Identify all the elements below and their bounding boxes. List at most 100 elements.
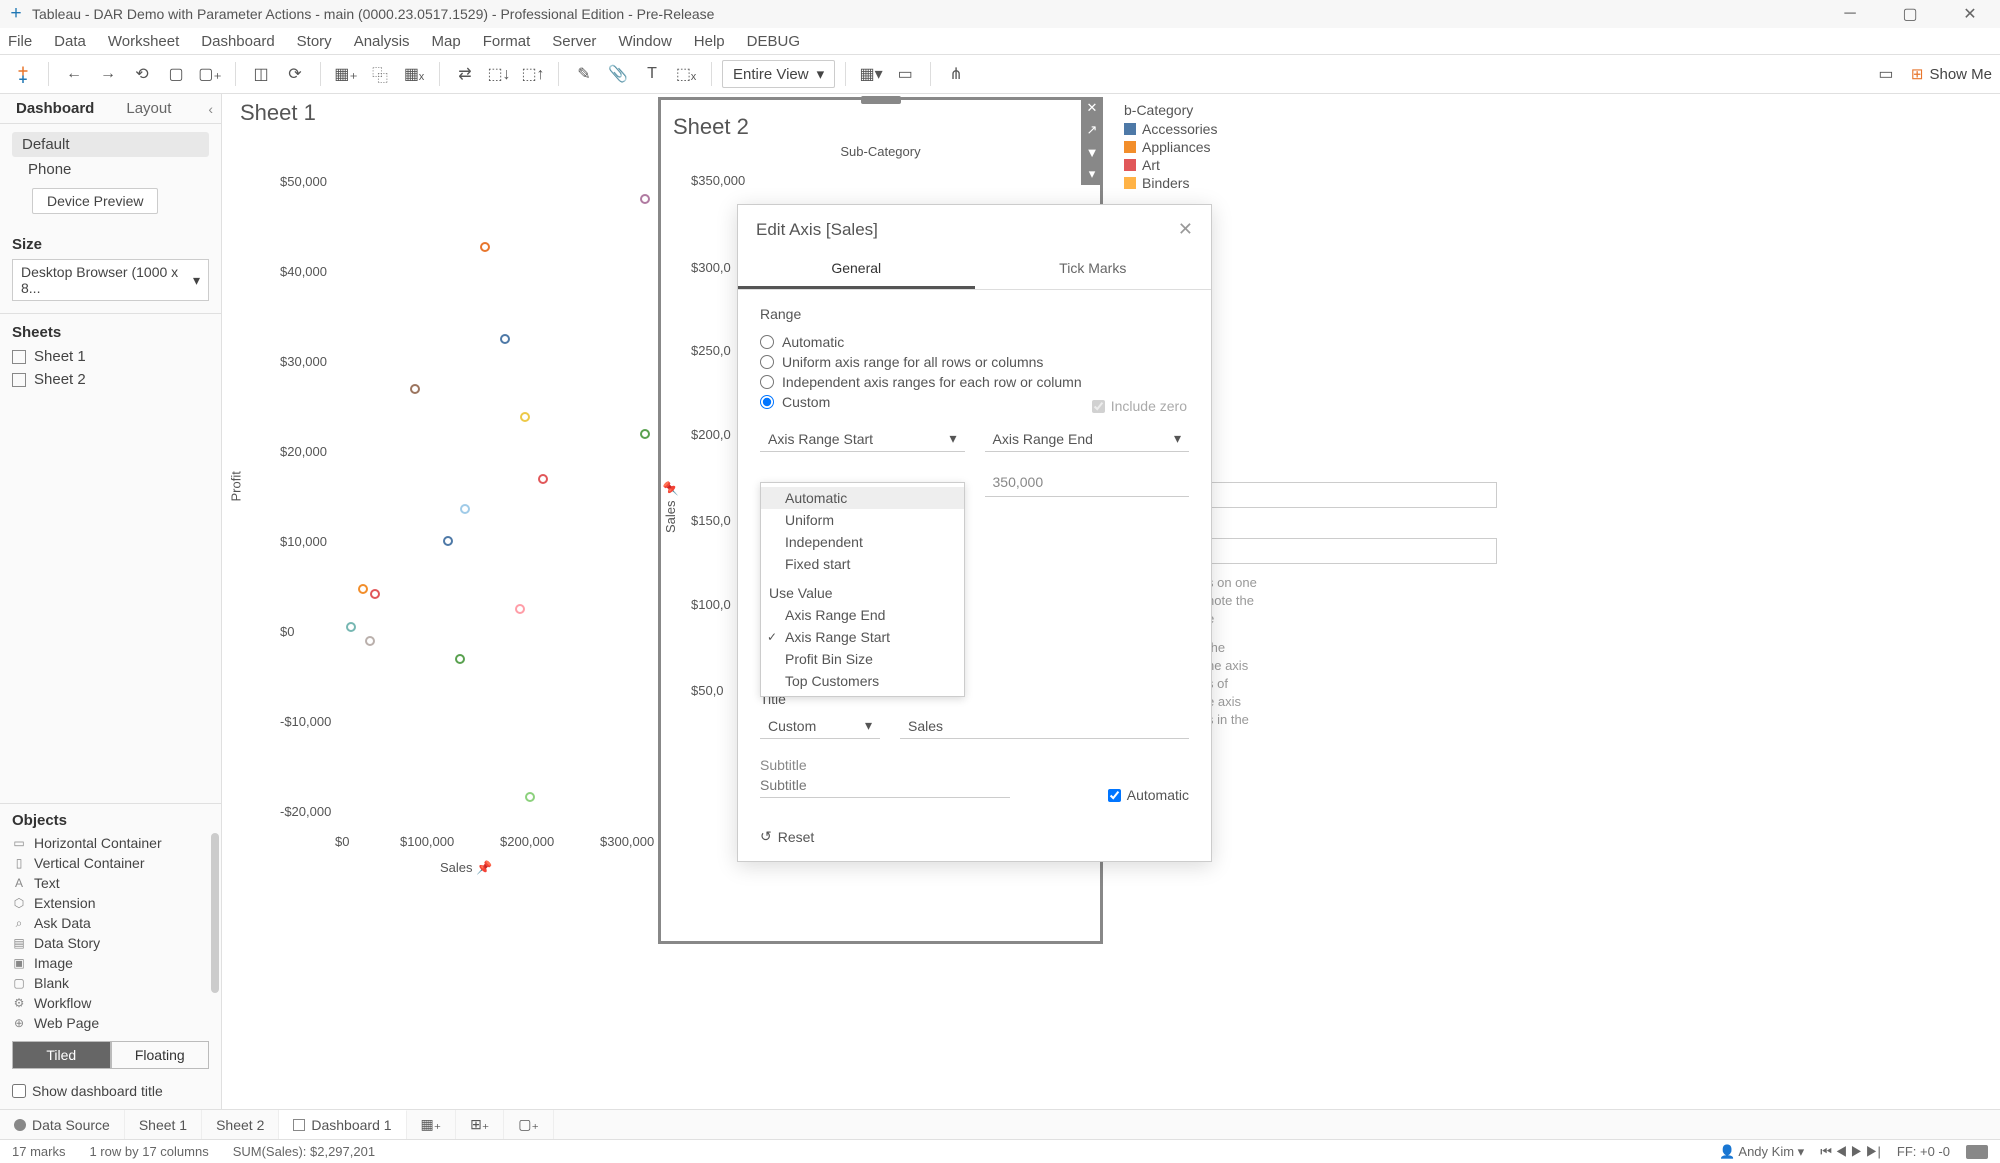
- sort-desc-button[interactable]: ⬚↑: [518, 59, 548, 89]
- axis-range-end-value[interactable]: 350,000: [985, 468, 1190, 497]
- dd-profit-bin-size[interactable]: Profit Bin Size: [761, 648, 964, 670]
- show-dashboard-title-checkbox[interactable]: Show dashboard title: [0, 1077, 221, 1109]
- guide-button[interactable]: ▭: [1871, 59, 1901, 89]
- obj-web-page[interactable]: ⊕Web Page: [0, 1013, 221, 1033]
- menu-map[interactable]: Map: [432, 33, 461, 50]
- menu-debug[interactable]: DEBUG: [747, 33, 800, 50]
- forward-button[interactable]: →: [93, 59, 123, 89]
- new-data-button[interactable]: ◫: [246, 59, 276, 89]
- help-input[interactable]: [1207, 482, 1497, 508]
- legend-item[interactable]: Binders: [1124, 174, 1217, 192]
- data-point[interactable]: [515, 604, 525, 614]
- status-pill[interactable]: [1966, 1145, 1988, 1159]
- sheet-item-1[interactable]: Sheet 1: [0, 345, 221, 368]
- share-button[interactable]: ⋔: [941, 59, 971, 89]
- data-point[interactable]: [520, 412, 530, 422]
- swap-button[interactable]: ⇄: [450, 59, 480, 89]
- presentation-button[interactable]: ▭: [890, 59, 920, 89]
- data-point[interactable]: [410, 384, 420, 394]
- legend-item[interactable]: Appliances: [1124, 138, 1217, 156]
- save-button[interactable]: ▢: [161, 59, 191, 89]
- dd-fixed-start[interactable]: Fixed start: [761, 553, 964, 575]
- data-point[interactable]: [358, 584, 368, 594]
- range-uniform[interactable]: Uniform axis range for all rows or colum…: [760, 352, 1189, 372]
- maximize-button[interactable]: ▢: [1880, 0, 1940, 28]
- legend-item[interactable]: Accessories: [1124, 120, 1217, 138]
- scrollbar[interactable]: [211, 833, 219, 993]
- menu-help[interactable]: Help: [694, 33, 725, 50]
- sheet1-chart[interactable]: Profit $50,000 $40,000 $30,000 $20,000 $…: [240, 134, 660, 834]
- menu-dashboard[interactable]: Dashboard: [201, 33, 274, 50]
- menu-file[interactable]: File: [8, 33, 32, 50]
- size-dropdown[interactable]: Desktop Browser (1000 x 8...▾: [12, 259, 209, 301]
- data-point[interactable]: [370, 589, 380, 599]
- axis-range-end-dropdown[interactable]: Axis Range End▾: [985, 426, 1190, 452]
- dashboard-canvas[interactable]: Sheet 1 Profit $50,000 $40,000 $30,000 $…: [222, 94, 2000, 1109]
- duplicate-button[interactable]: ⿻: [365, 59, 395, 89]
- user-name[interactable]: 👤 Andy Kim ▾: [1719, 1144, 1804, 1160]
- undo-button[interactable]: ⟲: [127, 59, 157, 89]
- label-button[interactable]: T: [637, 59, 667, 89]
- data-point[interactable]: [365, 636, 375, 646]
- minimize-button[interactable]: ─: [1820, 0, 1880, 28]
- obj-data-story[interactable]: ▤Data Story: [0, 933, 221, 953]
- title-value-input[interactable]: Sales: [900, 713, 1189, 739]
- dd-automatic[interactable]: Automatic: [761, 487, 964, 509]
- tableau-icon[interactable]: [8, 59, 38, 89]
- tab-dashboard[interactable]: Dashboard: [0, 94, 110, 123]
- view-mode-select[interactable]: Entire View▾: [722, 60, 835, 88]
- obj-blank[interactable]: ▢Blank: [0, 973, 221, 993]
- close-button[interactable]: ✕: [1940, 0, 2000, 28]
- menu-analysis[interactable]: Analysis: [354, 33, 410, 50]
- tab-tick-marks[interactable]: Tick Marks: [975, 250, 1212, 289]
- data-point[interactable]: [480, 242, 490, 252]
- floating-button[interactable]: Floating: [111, 1041, 210, 1069]
- obj-ask-data[interactable]: ⌕Ask Data: [0, 913, 221, 933]
- menu-data[interactable]: Data: [54, 33, 86, 50]
- dialog-close-button[interactable]: ✕: [1178, 219, 1193, 240]
- filter-button[interactable]: ▼: [1081, 141, 1103, 163]
- new-dashboard-tab[interactable]: ⊞₊: [456, 1110, 504, 1139]
- back-button[interactable]: ←: [59, 59, 89, 89]
- menu-story[interactable]: Story: [297, 33, 332, 50]
- dd-top-customers[interactable]: Top Customers: [761, 670, 964, 692]
- nav-buttons[interactable]: ⏮ ◀ ▶ ▶|: [1820, 1144, 1881, 1160]
- menu-window[interactable]: Window: [618, 33, 671, 50]
- new-worksheet-button[interactable]: ▦₊: [331, 59, 361, 89]
- clear-button[interactable]: ▦ₓ: [399, 59, 429, 89]
- show-me-button[interactable]: ⊞Show Me: [1911, 65, 1992, 83]
- range-automatic[interactable]: Automatic: [760, 332, 1189, 352]
- tiled-button[interactable]: Tiled: [12, 1041, 111, 1069]
- subtitle-input[interactable]: [760, 773, 1010, 798]
- highlight-button[interactable]: ✎: [569, 59, 599, 89]
- data-point[interactable]: [500, 334, 510, 344]
- new-story-tab[interactable]: ▢₊: [504, 1110, 554, 1139]
- obj-image[interactable]: ▣Image: [0, 953, 221, 973]
- data-point[interactable]: [525, 792, 535, 802]
- data-point[interactable]: [443, 536, 453, 546]
- data-source-tab[interactable]: Data Source: [0, 1110, 125, 1139]
- dd-axis-range-end[interactable]: Axis Range End: [761, 604, 964, 626]
- subtitle-automatic-checkbox[interactable]: Automatic: [1108, 787, 1189, 803]
- collapse-panel-button[interactable]: ‹: [208, 101, 221, 117]
- menu-format[interactable]: Format: [483, 33, 531, 50]
- sheet-item-2[interactable]: Sheet 2: [0, 368, 221, 391]
- data-point[interactable]: [455, 654, 465, 664]
- data-point[interactable]: [640, 429, 650, 439]
- show-hide-button[interactable]: ▦▾: [856, 59, 886, 89]
- device-preview-button[interactable]: Device Preview: [32, 188, 158, 214]
- checkbox[interactable]: [12, 1084, 26, 1098]
- menu-server[interactable]: Server: [552, 33, 596, 50]
- format-button[interactable]: ⬚ₓ: [671, 59, 701, 89]
- default-device[interactable]: Default: [12, 132, 209, 157]
- data-point[interactable]: [640, 194, 650, 204]
- tab-general[interactable]: General: [738, 250, 975, 289]
- save-as-button[interactable]: ▢₊: [195, 59, 225, 89]
- dashboard1-tab[interactable]: Dashboard 1: [279, 1110, 406, 1139]
- new-worksheet-tab[interactable]: ▦₊: [407, 1110, 457, 1139]
- remove-button[interactable]: ✕: [1081, 97, 1103, 119]
- sheet1-tab[interactable]: Sheet 1: [125, 1110, 202, 1139]
- dd-axis-range-start[interactable]: ✓Axis Range Start: [761, 626, 964, 648]
- sort-asc-button[interactable]: ⬚↓: [484, 59, 514, 89]
- goto-sheet-button[interactable]: ↗: [1081, 119, 1103, 141]
